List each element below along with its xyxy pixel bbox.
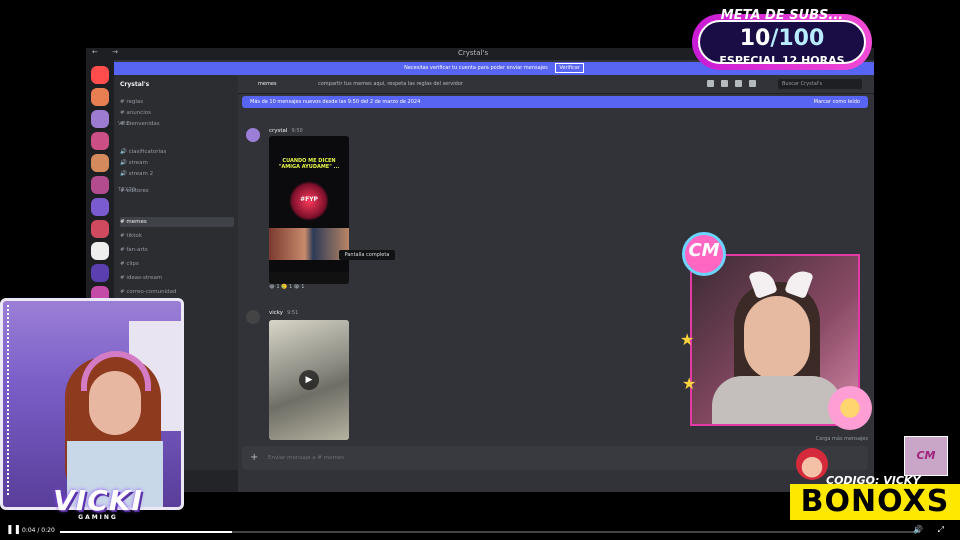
channel-item[interactable]: # ideas-stream bbox=[120, 273, 234, 283]
cm-logo: CM bbox=[668, 228, 740, 278]
message-author[interactable]: crystal 9:50 bbox=[269, 128, 303, 134]
channel-item[interactable]: # reglas bbox=[120, 97, 234, 107]
channel-item[interactable]: # anuncios bbox=[120, 108, 234, 118]
server-icon[interactable] bbox=[91, 132, 109, 150]
fullscreen-tooltip: Pantalla completa bbox=[339, 250, 395, 260]
subs-goal-overlay: META DE SUBS... 10/100 ESPECIAL 12 HORAS bbox=[692, 8, 872, 70]
plus-icon[interactable]: + bbox=[250, 452, 258, 463]
server-icon[interactable] bbox=[91, 264, 109, 282]
avatar[interactable] bbox=[246, 310, 260, 324]
star-icon: ★ bbox=[680, 330, 695, 349]
message-composer[interactable]: + Enviar mensaje a # memes bbox=[242, 446, 868, 470]
pin-icon[interactable] bbox=[735, 80, 742, 87]
channel-item[interactable]: 🔊 stream bbox=[120, 158, 234, 168]
footer-note: Carga más mensajes bbox=[815, 436, 868, 442]
mini-logo-text: CM bbox=[916, 449, 936, 462]
video-caption: CUANDO ME DICEN "AMIGA AYUDAME" ... bbox=[278, 158, 340, 170]
avatar[interactable] bbox=[246, 128, 260, 142]
logo-text: CM bbox=[688, 240, 720, 261]
pause-icon[interactable]: ❚❚ bbox=[6, 525, 21, 535]
face bbox=[744, 296, 810, 380]
channel-item[interactable]: # fan-arts bbox=[120, 245, 234, 255]
channel-name: memes bbox=[258, 81, 277, 87]
author-name: crystal bbox=[269, 128, 288, 134]
timestamp: 9:50 bbox=[291, 128, 303, 134]
members-icon[interactable] bbox=[749, 80, 756, 87]
sponsor-brand: BONOXS bbox=[790, 484, 960, 520]
flower-icon bbox=[828, 386, 872, 430]
volume-fullscreen-icons[interactable]: 🔊 ⤢ bbox=[913, 525, 950, 535]
seek-fill bbox=[60, 531, 232, 533]
channel-item[interactable]: # clips bbox=[120, 259, 234, 269]
channel-item[interactable]: # editores bbox=[120, 186, 234, 196]
server-icon[interactable] bbox=[91, 110, 109, 128]
channel-item[interactable]: # bienvenidas bbox=[120, 119, 234, 129]
string-lights bbox=[7, 305, 15, 495]
reactions[interactable]: 😂 1 🥲 1 😭 1 bbox=[269, 284, 349, 294]
server-icon[interactable] bbox=[91, 66, 109, 84]
video-tag: #FYP bbox=[300, 196, 318, 203]
mark-read-button[interactable]: Marcar como leído bbox=[814, 96, 860, 108]
bell-icon[interactable] bbox=[721, 80, 728, 87]
server-icon[interactable] bbox=[91, 176, 109, 194]
video-attachment[interactable]: ▶ bbox=[269, 320, 349, 440]
search-input[interactable]: Buscar Crystal's bbox=[778, 79, 862, 89]
channel-item[interactable]: # memes bbox=[120, 217, 234, 227]
video-player-controls: ❚❚ 0:04 / 0:20 🔊 ⤢ bbox=[0, 522, 960, 540]
video-frame bbox=[269, 228, 349, 260]
timestamp: 9:51 bbox=[287, 310, 299, 316]
server-icon[interactable] bbox=[91, 242, 109, 260]
subs-count: 10/100 bbox=[692, 26, 872, 51]
channel-topic: compartir tus memes aquí, respeta las re… bbox=[318, 81, 463, 87]
channel-item[interactable]: 🔊 clasificatorias bbox=[120, 147, 234, 157]
subs-current: 10 bbox=[739, 26, 771, 51]
body bbox=[712, 376, 842, 424]
chat-header: memes compartir tus memes aquí, respeta … bbox=[238, 75, 874, 94]
seek-bar[interactable] bbox=[60, 531, 920, 533]
subs-goal: 100 bbox=[778, 26, 825, 51]
nav-arrows[interactable]: ← → bbox=[92, 48, 124, 56]
streamer-sub: GAMING bbox=[78, 514, 118, 521]
window-title: Crystal's bbox=[458, 49, 489, 57]
server-icon[interactable] bbox=[91, 220, 109, 238]
streamer-name: VICKI bbox=[53, 484, 143, 517]
notice-button[interactable]: Verificar bbox=[555, 63, 584, 73]
webcam-streamer bbox=[0, 298, 184, 510]
new-messages-bar[interactable]: Más de 10 mensajes nuevos desde las 9:50… bbox=[242, 96, 868, 108]
server-icon[interactable] bbox=[91, 198, 109, 216]
message-author[interactable]: vicky 9:51 bbox=[269, 310, 298, 316]
code-banner: CODIGO: VICKY BONOXS bbox=[790, 474, 960, 522]
star-icon: ★ bbox=[682, 374, 697, 393]
server-icon[interactable] bbox=[91, 154, 109, 172]
author-name: vicky bbox=[269, 310, 284, 316]
channel-item[interactable]: # tiktok bbox=[120, 231, 234, 241]
channel-item[interactable]: # correo-comunidad bbox=[120, 287, 234, 297]
composer-placeholder: Enviar mensaje a # memes bbox=[268, 455, 345, 461]
subs-title: META DE SUBS... bbox=[720, 8, 844, 23]
channel-item[interactable]: 🔊 stream 2 bbox=[120, 169, 234, 179]
mini-logo: CM bbox=[904, 436, 948, 476]
threads-icon[interactable] bbox=[707, 80, 714, 87]
video-attachment[interactable]: CUANDO ME DICEN "AMIGA AYUDAME" ... #FYP bbox=[269, 136, 349, 284]
new-messages-text: Más de 10 mensajes nuevos desde las 9:50… bbox=[250, 99, 421, 105]
server-icon[interactable] bbox=[91, 88, 109, 106]
subs-subtitle: ESPECIAL 12 HORAS bbox=[719, 54, 845, 67]
play-icon[interactable]: ▶ bbox=[299, 370, 319, 390]
time-display: 0:04 / 0:20 bbox=[22, 527, 55, 534]
video-controls[interactable] bbox=[269, 272, 349, 284]
notice-text: Necesitas verificar tu cuenta para poder… bbox=[404, 65, 548, 71]
server-name[interactable]: Crystal's bbox=[120, 81, 149, 88]
